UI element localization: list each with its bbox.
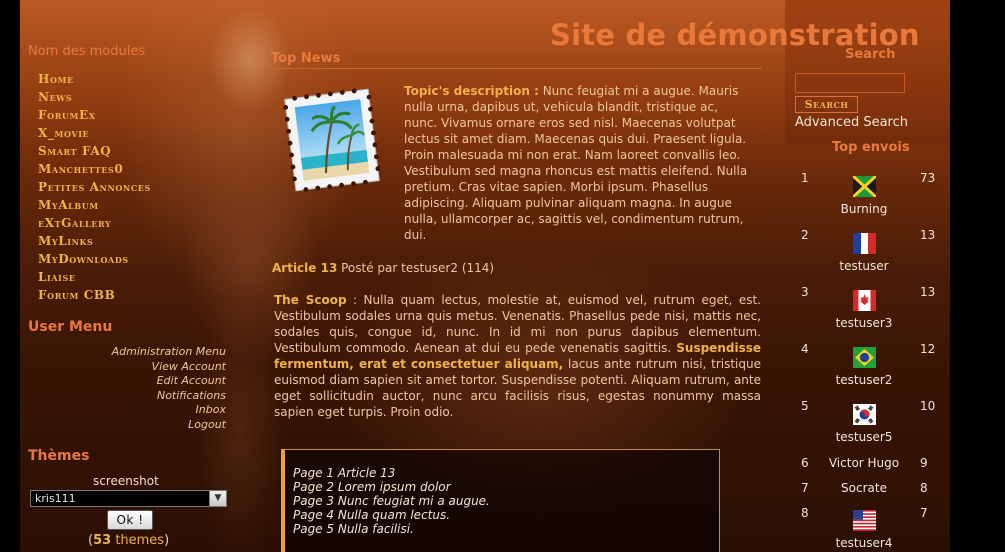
user-menu-notifications[interactable]: Notifications bbox=[80, 389, 226, 404]
poster-name-link[interactable]: testuser bbox=[809, 259, 919, 273]
poster-name-link[interactable]: testuser2 bbox=[809, 373, 919, 387]
user-menu-edit-account[interactable]: Edit Account bbox=[80, 374, 226, 389]
article-pages-box: Page 1 Article 13 Page 2 Lorem ipsum dol… bbox=[281, 449, 720, 552]
menu-item-mydownloads[interactable]: MyDownloads bbox=[38, 250, 151, 268]
user-menu: Administration Menu View Account Edit Ac… bbox=[80, 345, 226, 432]
main-menu: Home News ForumEx X_movie Smart FAQ Manc… bbox=[38, 70, 151, 304]
topic-description-label: Topic's description : bbox=[404, 84, 539, 98]
advanced-search-link[interactable]: Advanced Search bbox=[795, 115, 908, 130]
usa-flag-icon bbox=[853, 510, 876, 531]
france-flag-icon bbox=[853, 233, 876, 254]
article-header: Article 13 Posté par testuser2 (114) bbox=[272, 261, 494, 275]
menu-item-petites-annonces[interactable]: Petites Annonces bbox=[38, 178, 151, 196]
poster-name-link[interactable]: Socrate bbox=[809, 481, 919, 495]
poster-count: 10 bbox=[920, 399, 936, 413]
themes-title: Thèmes bbox=[28, 448, 90, 464]
screenshot-label: screenshot bbox=[93, 474, 159, 488]
poster-rank: 1 bbox=[801, 171, 809, 185]
menu-item-liaise[interactable]: Liaise bbox=[38, 268, 151, 286]
user-menu-view-account[interactable]: View Account bbox=[80, 360, 226, 375]
themes-count-number: 53 bbox=[93, 533, 112, 548]
article-posted-by: Posté par testuser2 (114) bbox=[341, 261, 495, 275]
user-menu-administration[interactable]: Administration Menu bbox=[80, 345, 226, 360]
top-envois-title: Top envois bbox=[832, 140, 910, 155]
poster-count: 12 bbox=[920, 342, 936, 356]
modules-title: Nom des modules bbox=[28, 44, 146, 59]
menu-item-forumex[interactable]: ForumEx bbox=[38, 106, 151, 124]
poster-name-link[interactable]: Victor Hugo bbox=[809, 456, 919, 470]
menu-item-x-movie[interactable]: X_movie bbox=[38, 124, 151, 142]
theme-select[interactable]: kris111 ▼ bbox=[30, 490, 227, 507]
menu-item-extgallery[interactable]: eXtGallery bbox=[38, 214, 151, 232]
theme-ok-button[interactable]: Ok ! bbox=[107, 510, 153, 530]
poster-rank: 5 bbox=[801, 399, 809, 413]
menu-item-home[interactable]: Home bbox=[38, 70, 151, 88]
poster-count: 73 bbox=[920, 171, 936, 185]
poster-rank: 8 bbox=[801, 506, 809, 520]
canada-flag-icon bbox=[853, 290, 876, 311]
page-link-3[interactable]: Page 3 Nunc feugiat mi a augue. bbox=[293, 494, 719, 508]
user-menu-inbox[interactable]: Inbox bbox=[80, 403, 226, 418]
menu-item-smart-faq[interactable]: Smart FAQ bbox=[38, 142, 151, 160]
article-scoop: The Scoop : Nulla quam lectus, molestie … bbox=[274, 292, 761, 420]
poster-rank: 4 bbox=[801, 342, 809, 356]
themes-count: (53 themes) bbox=[88, 533, 169, 548]
jamaica-flag-icon bbox=[853, 176, 876, 197]
themes-count-close: ) bbox=[164, 533, 170, 548]
poster-rank: 3 bbox=[801, 285, 809, 299]
brazil-flag-icon bbox=[853, 347, 876, 368]
top-news-title: Top News bbox=[271, 51, 341, 66]
themes-count-word: themes bbox=[115, 533, 165, 548]
poster-name-link[interactable]: Burning bbox=[809, 202, 919, 216]
menu-item-manchettes[interactable]: Manchettes0 bbox=[38, 160, 151, 178]
theme-selected-value: kris111 bbox=[35, 492, 76, 505]
poster-count: 7 bbox=[920, 506, 928, 520]
page-link-1[interactable]: Page 1 Article 13 bbox=[293, 466, 719, 480]
south-korea-flag-icon bbox=[853, 404, 876, 425]
top-news-divider bbox=[270, 68, 762, 69]
scoop-label: The Scoop bbox=[274, 293, 347, 307]
menu-item-news[interactable]: News bbox=[38, 88, 151, 106]
topic-description: Topic's description : Nunc feugiat mi a … bbox=[404, 83, 749, 243]
search-button[interactable]: Search bbox=[795, 96, 858, 113]
topic-image-stamp-icon[interactable] bbox=[282, 84, 382, 196]
menu-item-myalbum[interactable]: MyAlbum bbox=[38, 196, 151, 214]
poster-rank: 2 bbox=[801, 228, 809, 242]
article-title-link[interactable]: Article 13 bbox=[272, 261, 337, 275]
topic-description-text: Nunc feugiat mi a augue. Mauris nulla ur… bbox=[404, 84, 748, 242]
poster-count: 9 bbox=[920, 456, 928, 470]
poster-name-link[interactable]: testuser3 bbox=[809, 316, 919, 330]
poster-name-link[interactable]: testuser5 bbox=[809, 430, 919, 444]
user-menu-logout[interactable]: Logout bbox=[80, 418, 226, 433]
page-link-4[interactable]: Page 4 Nulla quam lectus. bbox=[293, 508, 719, 522]
poster-count: 13 bbox=[920, 285, 936, 299]
chevron-down-icon[interactable]: ▼ bbox=[209, 491, 226, 506]
menu-item-mylinks[interactable]: MyLinks bbox=[38, 232, 151, 250]
menu-item-forum-cbb[interactable]: Forum CBB bbox=[38, 286, 151, 304]
poster-name-link[interactable]: testuser4 bbox=[809, 536, 919, 550]
user-menu-title: User Menu bbox=[28, 319, 113, 335]
page-link-5[interactable]: Page 5 Nulla facilisi. bbox=[293, 522, 719, 536]
search-title: Search bbox=[845, 47, 896, 62]
page-background: Site de démonstration Nom des modules Ho… bbox=[20, 0, 950, 552]
poster-count: 8 bbox=[920, 481, 928, 495]
page-link-2[interactable]: Page 2 Lorem ipsum dolor bbox=[293, 480, 719, 494]
poster-count: 13 bbox=[920, 228, 936, 242]
search-input[interactable] bbox=[795, 73, 905, 93]
